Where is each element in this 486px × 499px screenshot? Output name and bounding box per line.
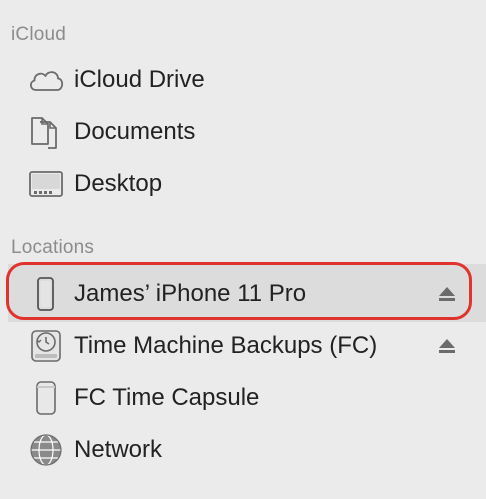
section-header-icloud: iCloud <box>11 24 67 45</box>
sidebar-item-label: iCloud Drive <box>74 66 205 93</box>
time-machine-disk-icon <box>26 328 66 364</box>
sidebar-item-network[interactable]: Network <box>0 424 486 476</box>
time-capsule-icon <box>26 380 66 416</box>
sidebar-item-documents[interactable]: Documents <box>0 106 486 158</box>
sidebar-item-label: Network <box>74 436 163 463</box>
desktop-icon <box>26 166 66 202</box>
sidebar-item-label: Desktop <box>74 170 163 197</box>
section-header-locations: Locations <box>11 237 95 258</box>
sidebar-item-label: Documents <box>74 118 196 145</box>
sidebar-item-time-machine-backups[interactable]: Time Machine Backups (FC) <box>0 320 486 372</box>
sidebar-item-label: Time Machine Backups (FC) <box>74 332 378 359</box>
sidebar-item-label: FC Time Capsule <box>74 384 260 411</box>
network-globe-icon <box>26 432 66 468</box>
annotation-highlight-ring <box>6 262 472 320</box>
sidebar-item-desktop[interactable]: Desktop <box>0 158 486 210</box>
sidebar-item-fc-time-capsule[interactable]: FC Time Capsule <box>0 372 486 424</box>
cloud-icon <box>26 62 66 98</box>
eject-icon[interactable] <box>438 338 456 354</box>
finder-sidebar: iCloud iCloud Drive Documents Desktop Lo… <box>0 0 486 499</box>
sidebar-item-icloud-drive[interactable]: iCloud Drive <box>0 54 486 106</box>
documents-icon <box>26 114 66 150</box>
